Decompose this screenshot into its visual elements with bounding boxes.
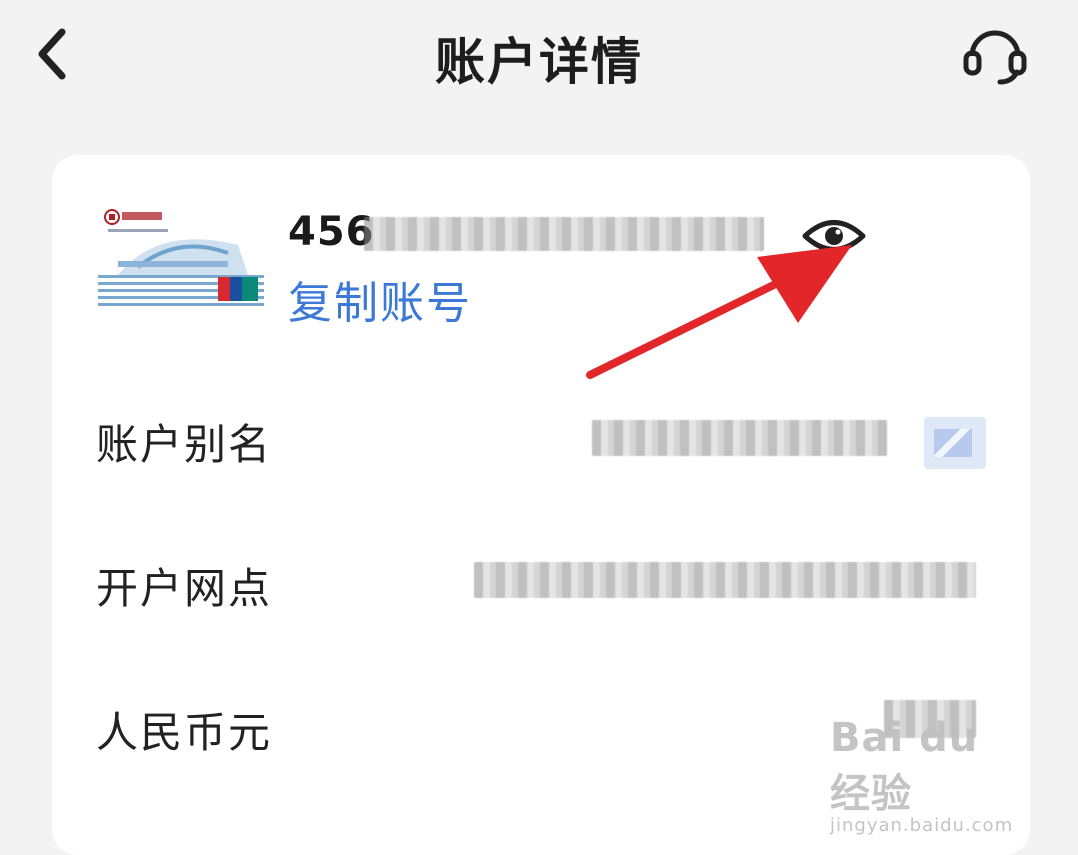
bank-card-image — [98, 205, 264, 307]
top-bar: 账户详情 — [0, 0, 1078, 110]
branch-label: 开户网点 — [96, 564, 273, 613]
watermark-url: jingyan.baidu.com — [830, 815, 1014, 836]
branch-value-masked — [474, 562, 976, 598]
customer-service-headset-icon[interactable] — [960, 20, 1030, 90]
currency-label: 人民币元 — [96, 708, 273, 757]
alias-label: 账户别名 — [96, 420, 273, 469]
alias-value-masked — [592, 420, 887, 456]
edit-alias-icon[interactable] — [924, 417, 986, 469]
red-annotation-arrow — [586, 245, 852, 379]
account-number-prefix: 456 — [288, 209, 375, 255]
copy-account-number-link[interactable]: 复制账号 — [288, 267, 472, 331]
account-number-masked — [364, 217, 764, 251]
page-title: 账户详情 — [435, 33, 643, 91]
watermark-brand: Bai du 经验 — [830, 715, 979, 817]
watermark: Bai du 经验 jingyan.baidu.com — [830, 715, 1030, 836]
eye-icon[interactable] — [802, 215, 866, 257]
